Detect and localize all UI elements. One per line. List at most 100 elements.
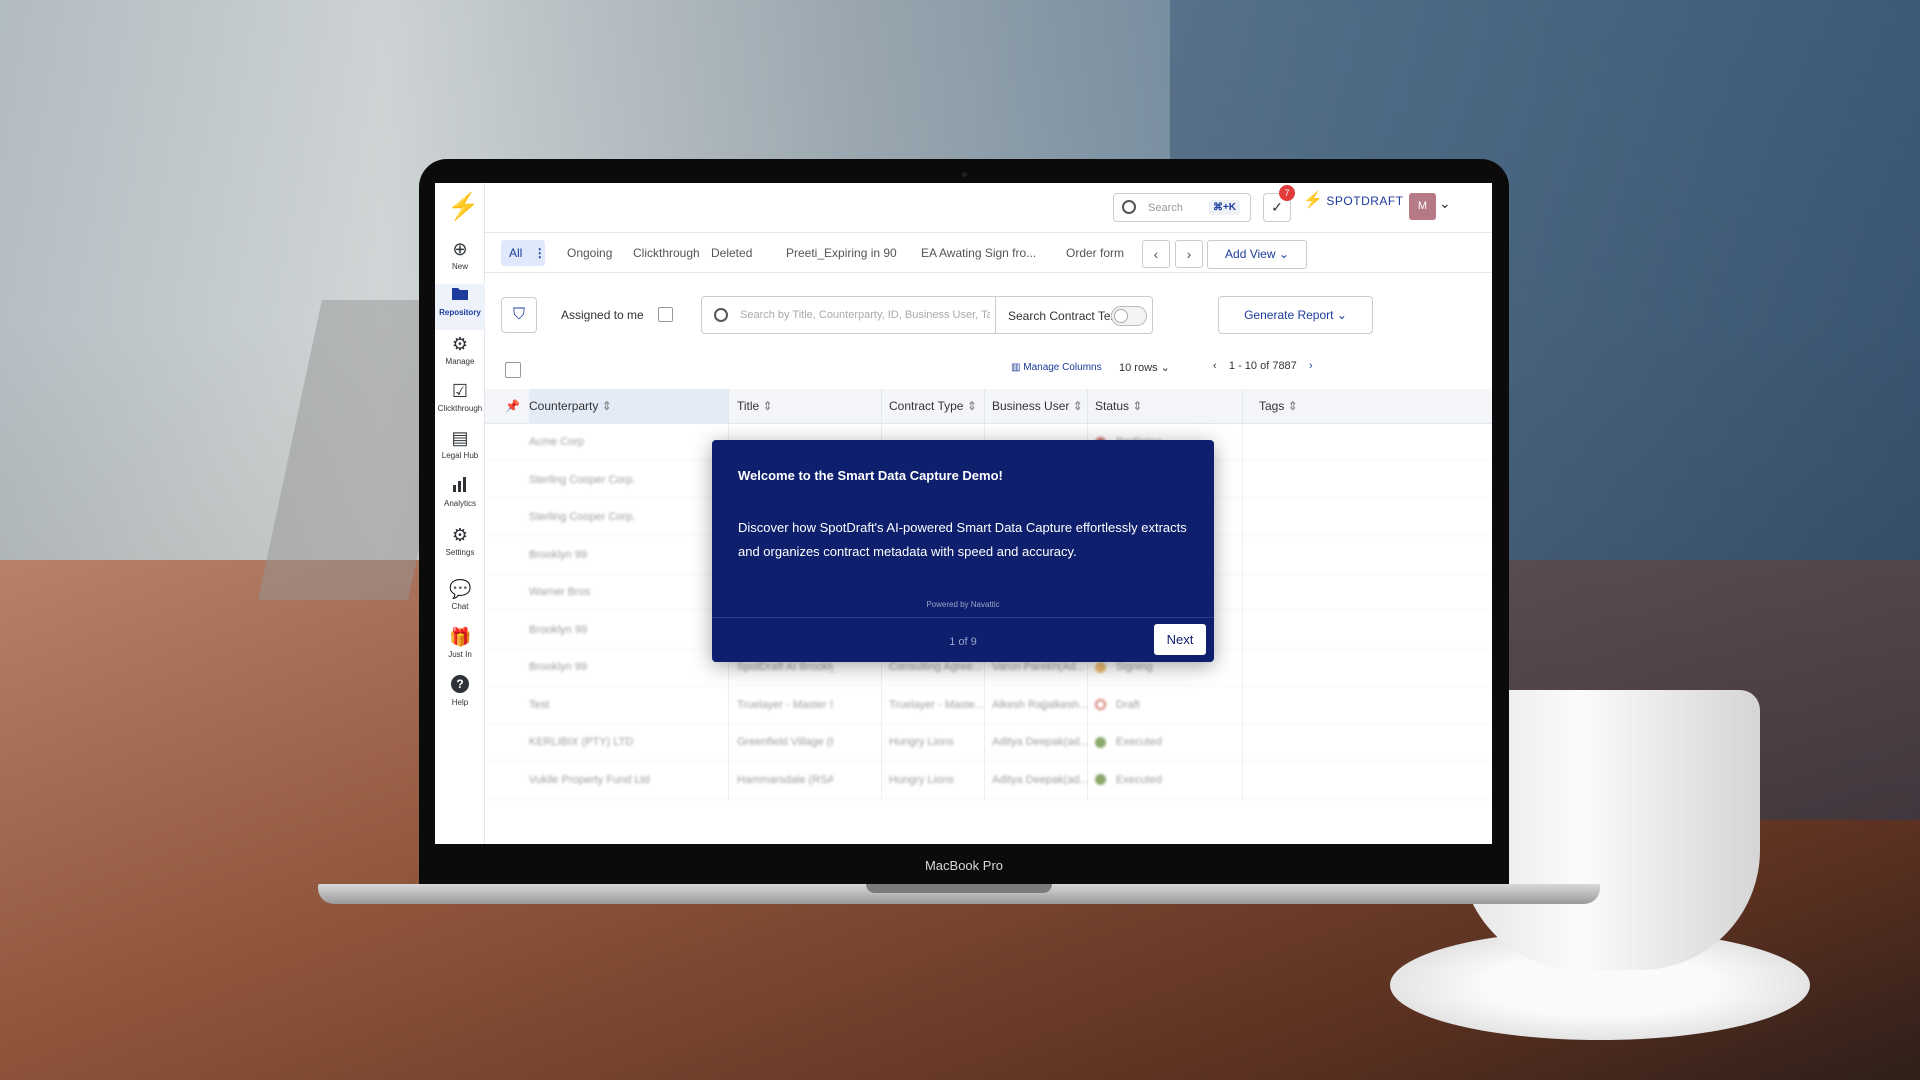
pagination: ‹ 1 - 10 of 7887 › (1213, 360, 1313, 372)
question-icon: ? (449, 674, 471, 696)
column-business-user[interactable]: Business User ⇕ (992, 389, 1083, 424)
column-status[interactable]: Status ⇕ (1095, 389, 1142, 424)
tabs-prev-button[interactable]: ‹ (1142, 240, 1170, 268)
add-view-button[interactable]: Add View ⌄ (1207, 240, 1307, 269)
column-label: Tags (1259, 399, 1285, 413)
avatar[interactable]: M (1409, 193, 1436, 220)
brand-name: SPOTDRAFT (1326, 194, 1404, 208)
tab-ea-awaiting[interactable]: EA Awating Sign fro... (913, 240, 1044, 266)
sidebar-item-just-in[interactable]: 🎁 Just In (435, 626, 485, 672)
chevron-down-icon: ⌄ (1336, 308, 1347, 322)
table-header: 📌 Counterparty ⇕ Title ⇕ Contract Type ⇕… (485, 389, 1492, 424)
sort-icon: ⇕ (1072, 399, 1083, 413)
pin-icon[interactable]: 📌 (505, 389, 520, 424)
search-placeholder: Search (1148, 202, 1183, 214)
page-prev-icon[interactable]: ‹ (1213, 360, 1217, 372)
svg-text:?: ? (456, 677, 463, 691)
kebab-menu-icon[interactable]: ⋮ (534, 246, 546, 260)
app-screen: ⚡ ⊕ New Repository ⚙ Manage ☑ Clickthrou… (435, 183, 1492, 844)
sort-icon: ⇕ (1287, 399, 1298, 413)
brand-logo: ⚡ SPOTDRAFT (1303, 192, 1403, 222)
pagination-range: 1 - 10 of 7887 (1228, 360, 1297, 372)
sidebar: ⚡ ⊕ New Repository ⚙ Manage ☑ Clickthrou… (435, 183, 485, 844)
laptop-label: MacBook Pro (924, 858, 1004, 873)
sidebar-item-chat[interactable]: 💬 Chat (435, 578, 485, 624)
rows-per-page-select[interactable]: 10 rows ⌄ (1119, 361, 1170, 374)
sidebar-item-settings[interactable]: ⚙ Settings (435, 524, 485, 570)
sidebar-item-label: Legal Hub (441, 451, 479, 460)
powered-by[interactable]: Powered by Navattic (712, 600, 1214, 609)
column-label: Status (1095, 399, 1130, 413)
column-label: Counterparty (529, 399, 599, 413)
generate-report-button[interactable]: Generate Report ⌄ (1218, 296, 1373, 334)
manage-columns-button[interactable]: ▥ Manage Columns (1011, 362, 1102, 373)
sidebar-item-legal-hub[interactable]: ▤ Legal Hub (435, 427, 485, 473)
sidebar-item-label: Settings (445, 548, 475, 557)
tab-all[interactable]: All ⋮ (501, 240, 546, 266)
chevron-down-icon[interactable]: ⌄ (1439, 195, 1451, 212)
sidebar-item-label: Clickthrough (437, 404, 483, 413)
column-counterparty[interactable]: Counterparty ⇕ (529, 389, 729, 424)
next-button[interactable]: Next (1154, 624, 1206, 655)
contract-search-placeholder: Search by Title, Counterparty, ID, Busin… (740, 309, 990, 321)
sidebar-item-label: Chat (451, 602, 469, 611)
search-contract-text-label: Search Contract Text (1008, 309, 1120, 323)
search-contract-text-control: Search Contract Text (995, 296, 1153, 334)
tab-deleted[interactable]: Deleted (703, 240, 760, 266)
filter-button[interactable]: ⛉ (501, 297, 537, 333)
plus-circle-icon: ⊕ (452, 239, 468, 259)
sidebar-item-label: Help (451, 698, 469, 707)
column-label: Business User (992, 399, 1070, 413)
sidebar-item-label: New (451, 262, 468, 271)
search-icon (1122, 200, 1136, 214)
page-next-icon[interactable]: › (1309, 360, 1313, 372)
assigned-to-me-checkbox[interactable] (658, 307, 673, 322)
modal-divider (712, 617, 1214, 618)
column-title[interactable]: Title ⇕ (737, 389, 773, 424)
sidebar-item-label: Just In (448, 650, 472, 659)
sidebar-item-label: Manage (445, 357, 475, 366)
modal-step-counter: 1 of 9 (949, 636, 977, 648)
column-tags[interactable]: Tags ⇕ (1259, 389, 1298, 424)
welcome-tour-modal: Welcome to the Smart Data Capture Demo! … (712, 440, 1214, 662)
sort-icon: ⇕ (1132, 399, 1143, 413)
sort-icon: ⇕ (601, 399, 612, 413)
sort-icon: ⇕ (762, 399, 773, 413)
sidebar-item-clickthrough[interactable]: ☑ Clickthrough (435, 380, 485, 426)
select-all-checkbox[interactable] (505, 362, 521, 378)
bolt-icon: ⚡ (1303, 192, 1324, 209)
contract-search-input[interactable]: Search by Title, Counterparty, ID, Busin… (701, 296, 996, 334)
sidebar-item-manage[interactable]: ⚙ Manage (435, 333, 485, 379)
tab-label: All (509, 246, 523, 260)
tab-order-form[interactable]: Order form (1058, 240, 1132, 266)
laptop-notch (866, 884, 1052, 893)
search-contract-text-toggle[interactable] (1111, 306, 1147, 326)
spotdraft-logo-icon[interactable]: ⚡ (447, 192, 479, 220)
column-contract-type[interactable]: Contract Type ⇕ (889, 389, 977, 424)
sidebar-item-repository[interactable]: Repository (435, 284, 485, 330)
assigned-to-me-label: Assigned to me (561, 308, 644, 322)
tab-preeti-expiring[interactable]: Preeti_Expiring in 90 (778, 240, 905, 266)
modal-body: Discover how SpotDraft's AI-powered Smar… (738, 520, 1187, 559)
laptop-camera (962, 172, 967, 177)
manage-gear-doc-icon: ⚙ (451, 334, 469, 354)
sidebar-item-label: Repository (439, 308, 481, 317)
notification-badge: 7 (1279, 185, 1295, 201)
check-circle-icon: ✓ (1271, 199, 1283, 215)
sidebar-item-new[interactable]: ⊕ New (435, 238, 485, 284)
chevron-down-icon: ⌄ (1278, 247, 1289, 261)
global-search[interactable]: Search ⌘+K (1113, 193, 1251, 222)
tab-clickthrough[interactable]: Clickthrough (625, 240, 708, 266)
toggle-knob (1114, 309, 1128, 323)
manage-columns-label: Manage Columns (1023, 362, 1102, 373)
sidebar-item-analytics[interactable]: Analytics (435, 475, 485, 521)
tabs-next-button[interactable]: › (1175, 240, 1203, 268)
rows-per-page-label: 10 rows (1119, 362, 1158, 374)
column-label: Title (737, 399, 760, 413)
filter-funnel-icon: ⛉ (512, 306, 525, 323)
legal-hub-icon: ▤ (451, 428, 469, 448)
tab-ongoing[interactable]: Ongoing (559, 240, 620, 266)
sidebar-item-help[interactable]: ? Help (435, 674, 485, 720)
gear-icon: ⚙ (451, 525, 469, 545)
generate-report-label: Generate Report (1244, 308, 1334, 322)
